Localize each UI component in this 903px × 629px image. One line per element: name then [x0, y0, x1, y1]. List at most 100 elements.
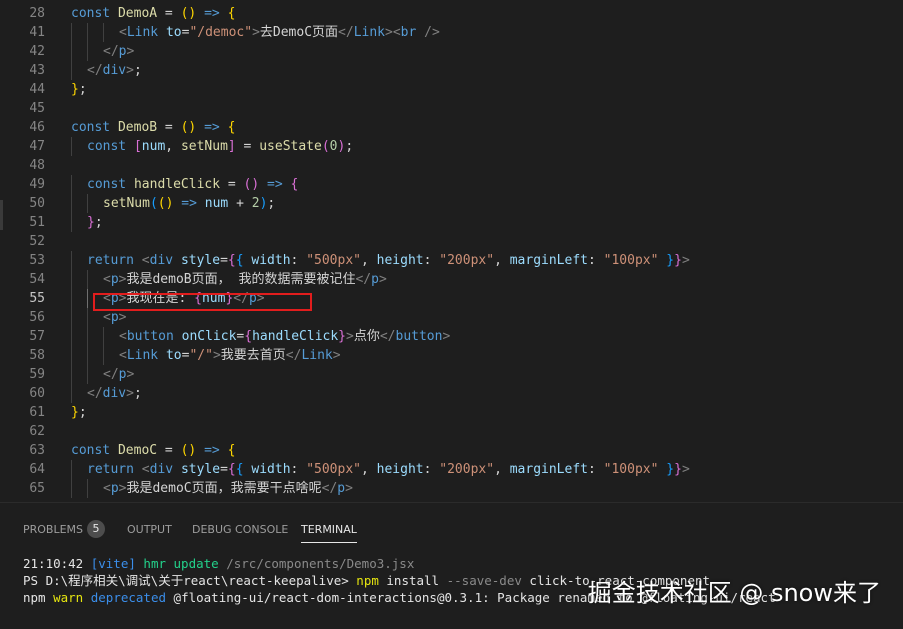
code-token: 2 [251, 196, 260, 211]
code-token: => [204, 120, 220, 135]
code-line[interactable]: 50 setNum(() => num + 2); [0, 194, 903, 213]
indent-guide [87, 327, 88, 346]
code-token: > [681, 462, 690, 477]
code-line[interactable]: 54 <p>我是demoB页面， 我的数据需要被记住</p> [0, 270, 903, 289]
indent-guide [87, 194, 88, 213]
code-token: "/democ" [189, 25, 253, 40]
indent-guide [103, 327, 104, 346]
code-token: p [110, 481, 119, 496]
code-token: { [235, 253, 244, 268]
code-line[interactable]: 46 const DemoB = () => { [0, 118, 903, 137]
code-token: } [674, 462, 682, 477]
code-editor[interactable]: 28 const DemoA = () => {41 <Link to="/demo… [0, 0, 903, 502]
code-token: num [141, 139, 166, 154]
code-line[interactable]: 52 [0, 232, 903, 251]
code-line[interactable]: 62 [0, 422, 903, 441]
code-token: = [220, 253, 228, 268]
code-token: => [204, 443, 220, 458]
line-number: 63 [29, 443, 45, 458]
code-line[interactable]: 61}; [0, 403, 903, 422]
code-line[interactable]: 59 </p> [0, 365, 903, 384]
line-number: 65 [29, 481, 45, 496]
code-token: br [400, 25, 417, 40]
code-line[interactable]: 58 <Link to="/">我要去首页</Link> [0, 346, 903, 365]
line-code: <Link to="/">我要去首页</Link> [119, 346, 341, 365]
tab-debug-console[interactable]: DEBUG CONSOLE [192, 520, 288, 540]
code-token: 点你 [353, 329, 380, 344]
code-token: > [126, 63, 134, 78]
code-line[interactable]: 45 [0, 99, 903, 118]
code-line[interactable]: 42 </p> [0, 42, 903, 61]
code-token: setNum [103, 196, 150, 211]
code-token: p [337, 481, 346, 496]
code-token: > [118, 310, 127, 325]
code-token: Link [126, 348, 159, 363]
code-line[interactable]: 57 <button onClick={handleClick}>点你</butt… [0, 327, 903, 346]
line-code: <Link to="/democ">去DemoC页面</Link><br /> [119, 23, 440, 42]
code-token: = [157, 443, 181, 458]
code-line[interactable]: 60 </div>; [0, 384, 903, 403]
tab-problems[interactable]: PROBLEMS [23, 520, 83, 540]
line-code: </div>; [87, 384, 142, 403]
code-token: 我是demoC页面，我需要干点啥呢 [126, 481, 322, 496]
line-number: 46 [29, 120, 45, 135]
code-line[interactable]: 47 const [num, setNum] = useState(0); [0, 137, 903, 156]
code-line[interactable]: 49 const handleClick = () => { [0, 175, 903, 194]
code-token: "/" [189, 348, 213, 363]
code-token: button [126, 329, 174, 344]
code-token: width [251, 253, 291, 268]
code-line[interactable]: 63 const DemoC = () => { [0, 441, 903, 460]
terminal-token: npm [356, 573, 387, 588]
code-token: > [126, 367, 135, 382]
terminal-token: PS D:\程序相关\调试\关于react\react-keepalive> [23, 573, 357, 588]
terminal-token: npm [23, 590, 54, 605]
code-token: { [227, 253, 236, 268]
line-code: const DemoA = () => { [71, 4, 235, 23]
indent-guide [87, 289, 88, 308]
code-line[interactable]: 43 </div>; [0, 61, 903, 80]
code-line[interactable]: 51}; [0, 213, 903, 232]
line-code: }; [71, 80, 87, 99]
code-token: "200px" [439, 462, 495, 477]
code-token: height [376, 462, 424, 477]
code-token: } [666, 253, 675, 268]
code-token: DemoB [117, 120, 158, 135]
terminal-line: 21:10:42 [vite] hmr update /src/componen… [23, 555, 414, 572]
code-token: > [345, 481, 353, 496]
line-code: <p>我是demoC页面，我需要干点啥呢</p> [103, 479, 353, 498]
tab-terminal[interactable]: TERMINAL [301, 520, 357, 543]
code-line[interactable]: 48 [0, 156, 903, 175]
code-token: ( [149, 196, 158, 211]
code-token: const [71, 6, 118, 21]
indent-guide [71, 289, 72, 308]
code-token: </ [87, 386, 103, 401]
code-token: </ [321, 481, 338, 496]
code-line[interactable]: 65 <p>我是demoC页面，我需要干点啥呢</p> [0, 479, 903, 498]
code-token: } [666, 462, 675, 477]
tab-output[interactable]: OUTPUT [127, 520, 172, 540]
code-line[interactable]: 44}; [0, 80, 903, 99]
code-token: , [494, 253, 510, 268]
line-number: 42 [29, 44, 45, 59]
code-line[interactable]: 53 return <div style={{ width: "500px", h… [0, 251, 903, 270]
line-number: 56 [29, 310, 45, 325]
code-token: 去DemoC页面 [259, 25, 339, 40]
code-token: </ [87, 63, 103, 78]
code-token: "100px" [603, 462, 659, 477]
code-token: const [71, 120, 118, 135]
code-line[interactable]: 64 return <div style={{ width: "500px", h… [0, 460, 903, 479]
code-token: () [180, 120, 197, 135]
line-number: 60 [29, 386, 45, 401]
indent-guide [71, 137, 72, 156]
code-line[interactable]: 41 <Link to="/democ">去DemoC页面</Link><br /… [0, 23, 903, 42]
code-token: </ [338, 25, 354, 40]
code-line[interactable]: 28 const DemoA = () => { [0, 4, 903, 23]
code-token: = [157, 120, 181, 135]
indent-guide [71, 251, 72, 270]
line-number: 50 [29, 196, 45, 211]
code-token: > [126, 386, 134, 401]
